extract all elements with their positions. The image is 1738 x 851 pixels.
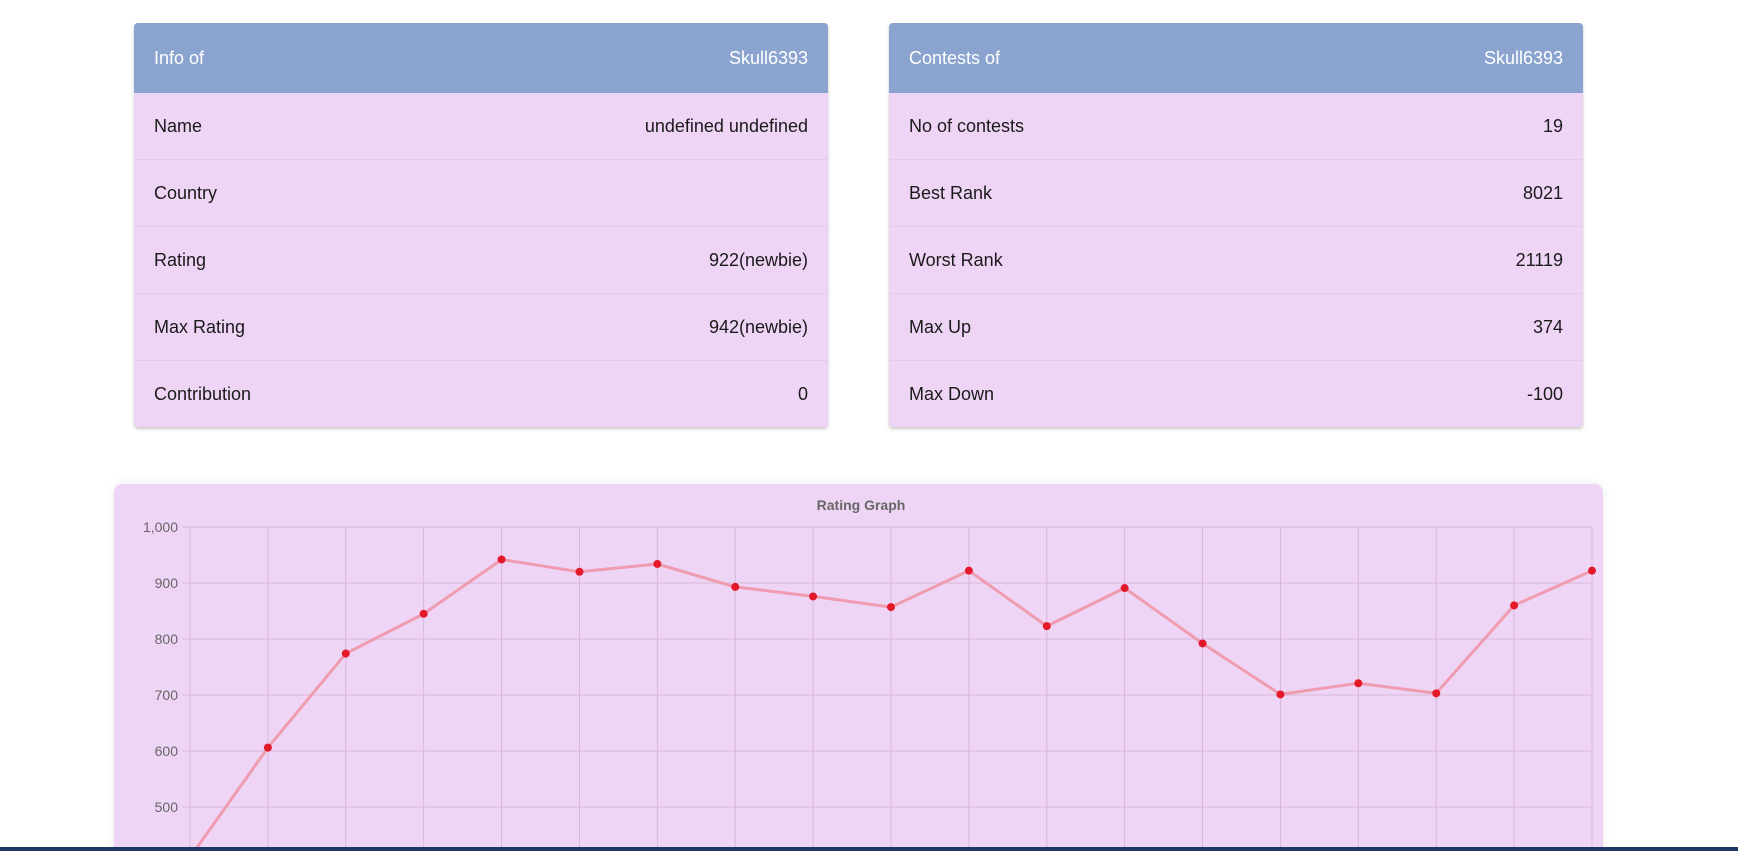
rating-point — [419, 609, 428, 618]
contests-row-max-down: Max Down -100 — [889, 361, 1583, 427]
rating-point — [964, 566, 973, 575]
contests-row-label: Max Up — [909, 316, 972, 337]
rating-point — [887, 603, 895, 612]
chart-title: Rating Graph — [817, 497, 906, 513]
y-tick-label: 1,000 — [143, 519, 178, 535]
contests-row-value: -100 — [1526, 383, 1563, 404]
rating-point — [1354, 679, 1363, 688]
info-row-label: Contribution — [154, 383, 252, 404]
contests-row-label: Max Down — [909, 383, 995, 404]
contests-row-label: Worst Rank — [909, 249, 1003, 270]
rating-point — [1510, 601, 1519, 610]
info-row-country: Country — [134, 160, 828, 227]
rating-point — [1588, 566, 1596, 575]
contests-row-label: No of contests — [909, 115, 1025, 136]
rating-point — [1042, 622, 1051, 631]
info-card-header: Info of Skull6393 — [134, 23, 828, 93]
info-row-rating: Rating 922(newbie) — [134, 227, 828, 294]
info-row-label: Rating — [154, 249, 207, 270]
rating-graph: Rating Graph 1,000 900 800 700 600 500 — [143, 497, 1596, 847]
contests-row-worst-rank: Worst Rank 21119 — [889, 227, 1583, 294]
info-row-name: Name undefined undefined — [134, 93, 828, 160]
info-card-title: Info of — [154, 47, 205, 68]
contests-row-value: 19 — [1542, 115, 1563, 136]
info-row-label: Country — [154, 182, 218, 203]
rating-point — [731, 582, 740, 591]
y-tick-label: 600 — [155, 743, 179, 759]
info-row-contribution: Contribution 0 — [134, 361, 828, 427]
info-row-value: 922(newbie) — [708, 249, 808, 270]
contests-row-label: Best Rank — [909, 182, 993, 203]
rating-point — [1432, 689, 1441, 698]
rating-point — [263, 743, 272, 752]
contests-row-value: 21119 — [1515, 249, 1563, 270]
rating-point — [1276, 690, 1285, 699]
y-tick-label: 900 — [155, 575, 179, 591]
contests-row-value: 8021 — [1522, 182, 1563, 203]
rating-point — [1120, 584, 1129, 593]
info-row-value: undefined undefined — [644, 115, 808, 136]
contests-row-best-rank: Best Rank 8021 — [889, 160, 1583, 227]
contests-row-count: No of contests 19 — [889, 93, 1583, 160]
info-row-value: 942(newbie) — [708, 316, 808, 337]
contests-row-value: 374 — [1532, 316, 1563, 337]
info-card-handle: Skull6393 — [728, 47, 808, 68]
rating-point — [497, 555, 506, 564]
y-tick-label: 700 — [155, 687, 179, 703]
contests-card-header: Contests of Skull6393 — [889, 23, 1583, 93]
info-row-max-rating: Max Rating 942(newbie) — [134, 294, 828, 361]
contests-card-handle: Skull6393 — [1483, 47, 1563, 68]
contests-row-max-up: Max Up 374 — [889, 294, 1583, 361]
info-row-label: Max Rating — [154, 316, 246, 337]
info-card: Info of Skull6393 Name undefined undefin… — [134, 23, 828, 427]
info-row-value: 0 — [797, 383, 808, 404]
rating-point — [1198, 639, 1207, 648]
contests-card: Contests of Skull6393 No of contests 19 … — [889, 23, 1583, 427]
info-row-label: Name — [154, 115, 203, 136]
rating-point — [341, 649, 350, 658]
rating-point — [653, 559, 662, 568]
y-tick-label: 800 — [155, 631, 179, 647]
rating-graph-panel: Rating Graph 1,000 900 800 700 600 500 — [114, 484, 1603, 851]
rating-point — [575, 567, 584, 576]
page: Info of Skull6393 Name undefined undefin… — [0, 0, 1738, 851]
contests-card-title: Contests of — [909, 47, 1001, 68]
bottom-bar — [0, 847, 1738, 851]
y-tick-label: 500 — [155, 799, 179, 815]
rating-point — [809, 592, 818, 601]
